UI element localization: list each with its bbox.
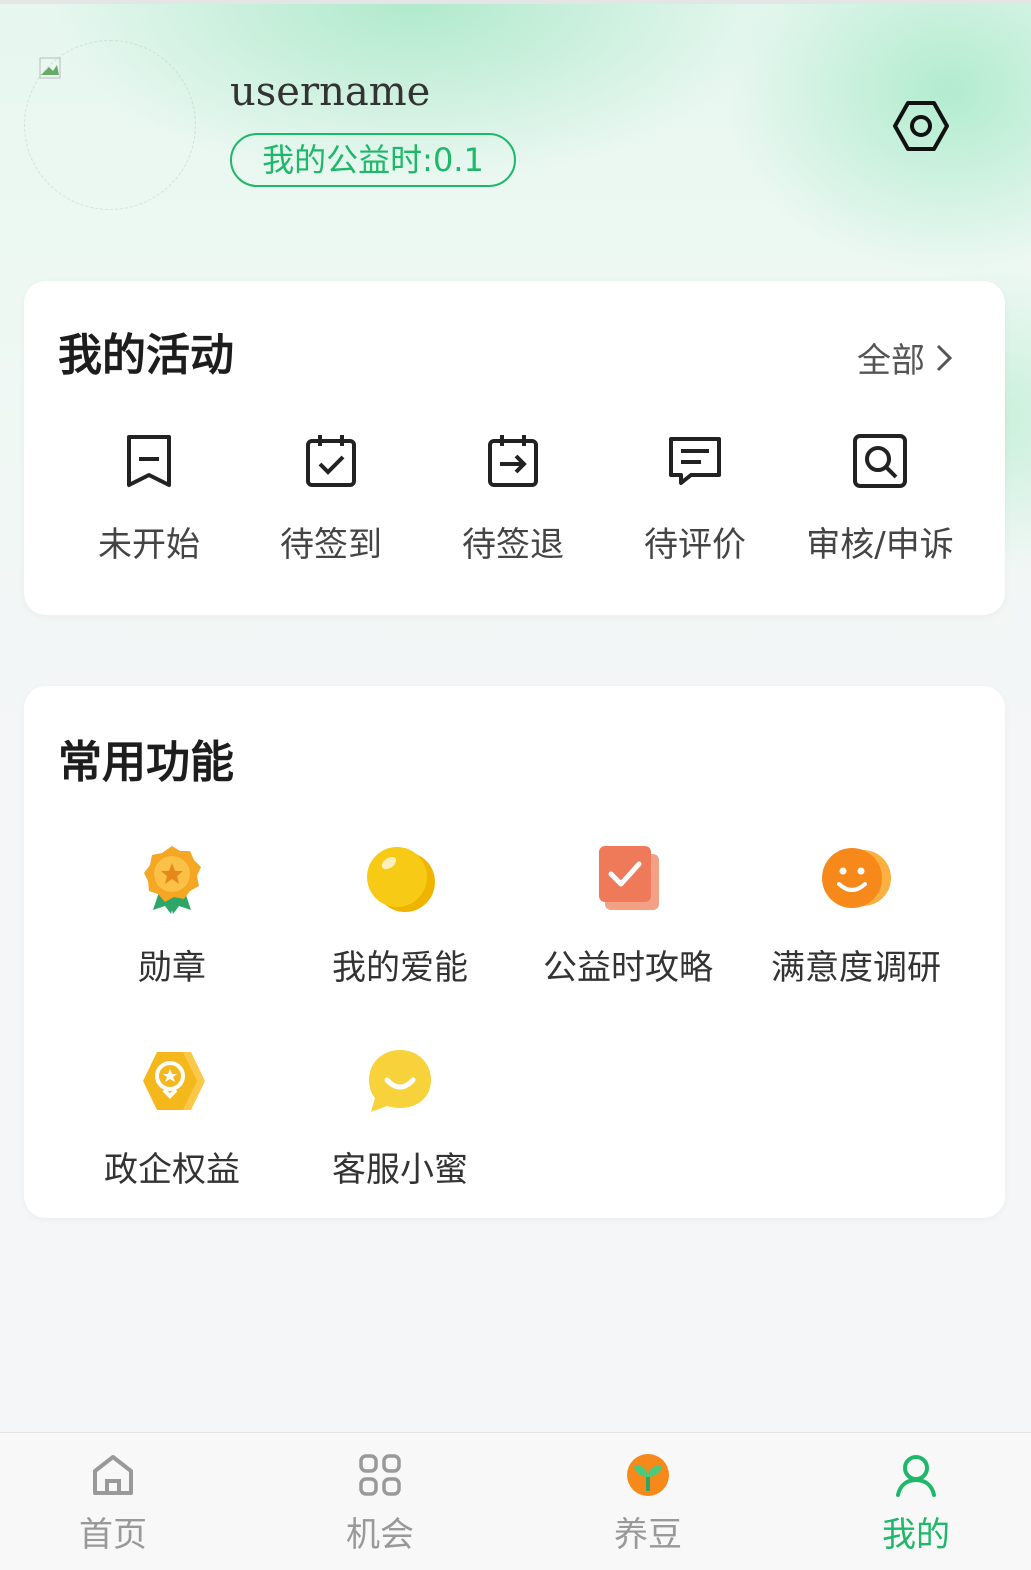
tab-label: 我的 [882,1515,950,1555]
tab-label: 首页 [79,1515,147,1555]
username: username [230,69,431,115]
activity-label: 审核/申诉 [806,525,954,565]
sprout-icon [627,1454,669,1496]
tab-raise-beans[interactable]: 养豆 [568,1451,728,1556]
activity-pending-review[interactable]: 待评价 [604,431,786,566]
activity-label: 待评价 [644,525,746,565]
activity-label: 待签退 [462,525,564,565]
function-label: 我的爱能 [332,948,468,988]
function-my-energy[interactable]: 我的爱能 [286,842,514,989]
function-label: 公益时攻略 [543,948,713,988]
settings-icon[interactable] [892,98,950,154]
common-functions-card: 常用功能 勋章 我的爱能 公益时攻略 满意度调研 政企权益 客服小蜜 [24,686,1005,1218]
function-label: 政企权益 [104,1150,240,1190]
activity-pending-checkin[interactable]: 待签到 [240,431,422,566]
function-label: 客服小蜜 [332,1150,468,1190]
tab-label: 养豆 [614,1515,682,1555]
home-icon [93,1455,133,1495]
section-title-functions: 常用功能 [58,737,234,788]
view-all-label: 全部 [857,341,925,381]
comment-icon [669,437,721,485]
function-medal[interactable]: 勋章 [58,842,286,989]
function-hours-guide[interactable]: 公益时攻略 [514,842,742,989]
bottom-tab-bar: 首页 机会 养豆 我的 [0,1432,1031,1570]
activity-label: 待签到 [280,525,382,565]
function-satisfaction-survey[interactable]: 满意度调研 [742,842,970,989]
grid-icon [359,1454,401,1496]
activity-pending-checkout[interactable]: 待签退 [422,431,604,566]
activity-label: 未开始 [98,525,200,565]
public-hours-badge[interactable]: 我的公益时:0.1 [230,133,516,187]
energy-orb-icon [367,847,435,912]
calendar-exit-icon [488,435,538,487]
smile-icon [822,848,891,908]
activity-audit-appeal[interactable]: 审核/申诉 [789,431,971,566]
chat-smile-icon [369,1050,431,1112]
my-activities-card: 我的活动 全部 未开始 待签到 待签退 待评价 审核/申诉 [24,281,1005,615]
section-title-activities: 我的活动 [58,330,234,381]
function-customer-service[interactable]: 客服小蜜 [286,1044,514,1191]
tab-opportunity[interactable]: 机会 [300,1451,460,1556]
top-divider [0,0,1031,4]
tab-mine[interactable]: 我的 [836,1451,996,1556]
checklist-icon [599,846,659,910]
activity-not-started[interactable]: 未开始 [58,431,240,566]
calendar-check-icon [306,435,356,487]
medal-icon [144,846,201,914]
avatar[interactable] [24,40,196,210]
user-icon [896,1455,936,1497]
review-search-icon [853,434,907,488]
tab-home[interactable]: 首页 [33,1451,193,1556]
function-enterprise-rights[interactable]: 政企权益 [58,1044,286,1191]
chevron-right-icon [936,344,953,371]
broken-image-icon [39,57,61,79]
tab-label: 机会 [346,1515,414,1555]
badge-hexagon-icon [143,1052,205,1110]
function-label: 满意度调研 [771,948,941,988]
view-all-link[interactable]: 全部 [857,333,955,382]
function-label: 勋章 [138,948,206,988]
bookmark-minus-icon [127,435,171,487]
